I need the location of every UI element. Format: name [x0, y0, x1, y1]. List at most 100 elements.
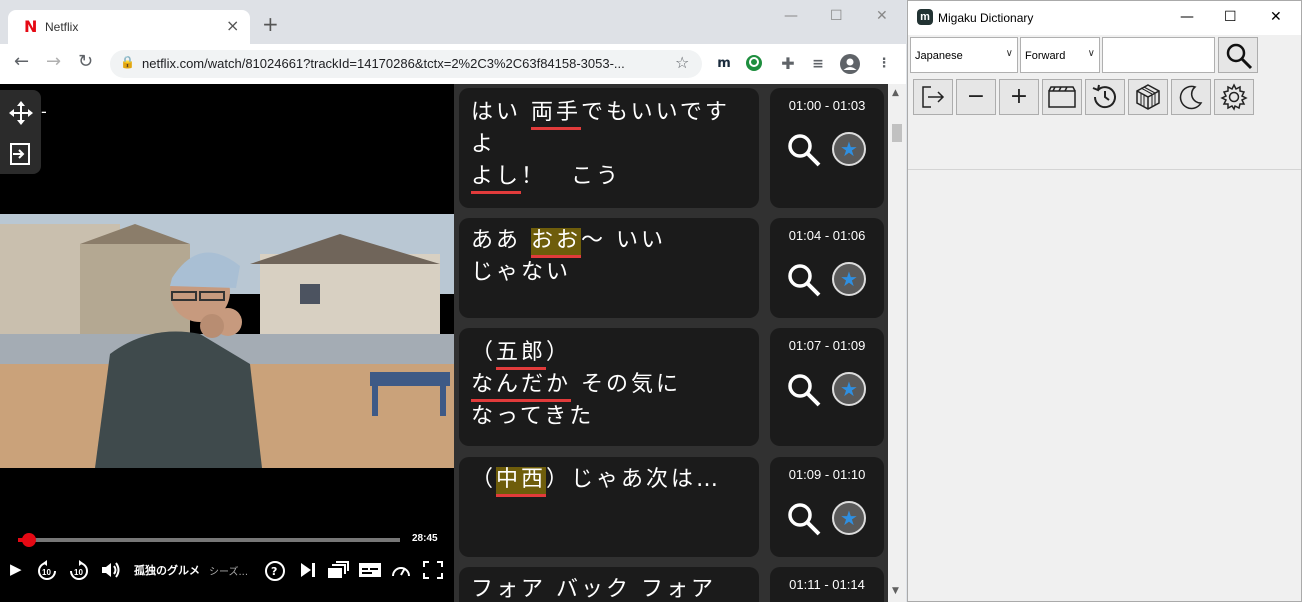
scroll-down-arrow-icon[interactable]: ▼ — [892, 586, 899, 596]
chevron-down-icon: ∨ — [1005, 48, 1013, 59]
subtitle-card[interactable]: フォア バック フォア — [459, 567, 759, 602]
bookmark-star-icon[interactable]: ☆ — [675, 53, 689, 72]
fullscreen-icon[interactable] — [422, 560, 444, 584]
anki-star-icon[interactable]: ★ — [832, 262, 866, 296]
green-extension-icon[interactable] — [744, 54, 764, 74]
overlay-dash: - — [41, 102, 47, 121]
svg-text:10: 10 — [42, 568, 51, 577]
anki-star-icon[interactable]: ★ — [832, 501, 866, 535]
dock-panel-icon[interactable] — [8, 142, 32, 166]
subtitle-line[interactable]: よし！ こう — [471, 164, 621, 194]
dictionary-close-button[interactable]: ✕ — [1270, 9, 1282, 25]
tab-close-icon[interactable]: × — [226, 16, 239, 35]
subtitle-side-panel: 01:04 - 01:06 ★ — [770, 218, 884, 318]
anki-star-icon[interactable]: ★ — [832, 372, 866, 406]
rubik-cube-button[interactable] — [1128, 79, 1168, 115]
subtitle-line[interactable]: フォア バック フォア — [471, 577, 716, 602]
video-frame-image — [0, 214, 454, 468]
settings-button[interactable] — [1214, 79, 1254, 115]
direction-select[interactable]: Forward ∨ — [1020, 37, 1100, 73]
close-window-button[interactable]: ✕ — [876, 8, 888, 24]
subtitle-card[interactable]: （中西）じゃあ次は… — [459, 457, 759, 557]
back-arrow-icon[interactable]: ← — [14, 52, 29, 72]
minimize-button[interactable]: — — [784, 8, 798, 24]
subtitle-timestamp: 01:09 - 01:10 — [788, 467, 866, 482]
media-control-icon[interactable]: ≡ — [808, 54, 828, 74]
media-button[interactable] — [1042, 79, 1082, 115]
subtitle-scrollbar[interactable]: ▲ ▼ — [888, 84, 906, 602]
subtitle-card[interactable]: はい 両手でもいいです よ よし！ こう — [459, 88, 759, 208]
plus-icon: + — [1009, 84, 1029, 109]
dictionary-maximize-button[interactable]: ☐ — [1224, 9, 1237, 25]
tab-strip: N Netflix × + — ☐ ✕ — [0, 0, 906, 44]
forward-arrow-icon[interactable]: → — [46, 52, 61, 72]
maximize-button[interactable]: ☐ — [830, 8, 843, 24]
tab-netflix[interactable]: N Netflix × — [8, 10, 250, 44]
subtitle-side-panel: 01:07 - 01:09 ★ — [770, 328, 884, 446]
direction-value: Forward — [1025, 50, 1066, 62]
tab-title: Netflix — [45, 20, 79, 34]
subtitle-line[interactable]: じゃない — [471, 260, 571, 286]
scroll-up-arrow-icon[interactable]: ▲ — [892, 88, 899, 98]
history-button[interactable] — [1085, 79, 1125, 115]
dictionary-search-input[interactable] — [1102, 37, 1215, 73]
export-button[interactable] — [913, 79, 953, 115]
language-select[interactable]: Japanese ∨ — [910, 37, 1018, 73]
move-arrows-icon[interactable] — [8, 100, 34, 126]
address-bar[interactable]: 🔒 netflix.com/watch/81024661?trackId=141… — [110, 50, 702, 78]
floating-control-overlay: - — [0, 90, 47, 174]
clapperboard-icon — [1048, 86, 1076, 108]
subtitle-line[interactable]: （五郎） — [471, 340, 571, 370]
cube-icon — [1136, 84, 1160, 110]
rewind-10-icon[interactable]: 10 — [36, 560, 58, 586]
search-icon — [1226, 43, 1253, 70]
dictionary-search-button[interactable] — [1218, 37, 1258, 73]
subtitle-card[interactable]: （五郎） なんだか その気に なってきた — [459, 328, 759, 446]
search-icon[interactable] — [786, 501, 822, 537]
reload-icon[interactable]: ↻ — [78, 52, 93, 72]
episodes-icon[interactable] — [326, 560, 350, 584]
play-icon[interactable]: ▶ — [10, 560, 22, 578]
subtitle-line[interactable]: （中西）じゃあ次は… — [471, 467, 721, 497]
progress-scrubber[interactable] — [22, 533, 37, 547]
language-value: Japanese — [915, 50, 963, 62]
search-icon[interactable] — [786, 262, 822, 298]
chevron-down-icon: ∨ — [1087, 48, 1095, 59]
new-tab-button[interactable]: + — [262, 14, 279, 34]
dark-mode-button[interactable] — [1171, 79, 1211, 115]
search-icon[interactable] — [786, 372, 822, 408]
subtitle-timestamp: 01:04 - 01:06 — [788, 228, 866, 243]
browser-menu-icon[interactable]: ⋮ — [874, 54, 894, 74]
svg-text:?: ? — [271, 565, 277, 578]
progress-bar[interactable] — [18, 533, 400, 547]
subtitles-icon[interactable] — [358, 560, 382, 584]
volume-icon[interactable] — [100, 560, 122, 584]
search-icon[interactable] — [786, 132, 822, 168]
help-icon[interactable]: ? — [264, 560, 286, 586]
moon-icon — [1179, 85, 1203, 110]
subtitle-side-panel: 01:00 - 01:03 ★ — [770, 88, 884, 208]
gear-icon — [1220, 83, 1248, 111]
profile-avatar-icon[interactable] — [840, 54, 860, 74]
video-player[interactable]: - 28:45 ▶ 10 10 孤独のグルメ シーズ... ? — [0, 84, 454, 602]
subtitle-line[interactable]: はい 両手でもいいです — [471, 100, 730, 130]
dictionary-minimize-button[interactable]: — — [1180, 9, 1194, 25]
playback-speed-icon[interactable] — [390, 560, 412, 584]
browser-toolbar: ← → ↻ 🔒 netflix.com/watch/81024661?track… — [0, 44, 906, 84]
subtitle-line[interactable]: なってきた — [471, 404, 594, 430]
migaku-logo-icon: m — [917, 9, 933, 25]
migaku-extension-icon[interactable]: m — [714, 54, 734, 74]
subtitle-line[interactable]: ああ おお～ いい — [471, 228, 666, 258]
font-increase-button[interactable]: + — [999, 79, 1039, 115]
browser-window: N Netflix × + — ☐ ✕ ← → ↻ 🔒 netflix.com/… — [0, 0, 906, 602]
subtitle-line[interactable]: よ — [471, 132, 496, 158]
scrollbar-thumb[interactable] — [892, 124, 902, 142]
forward-10-icon[interactable]: 10 — [68, 560, 90, 586]
subtitle-card[interactable]: ああ おお～ いい じゃない — [459, 218, 759, 318]
extensions-puzzle-icon[interactable]: ✚ — [778, 54, 798, 74]
netflix-favicon-icon: N — [24, 17, 38, 36]
font-decrease-button[interactable]: − — [956, 79, 996, 115]
subtitle-line[interactable]: なんだか その気に — [471, 372, 681, 402]
anki-star-icon[interactable]: ★ — [832, 132, 866, 166]
next-episode-icon[interactable] — [298, 560, 318, 584]
